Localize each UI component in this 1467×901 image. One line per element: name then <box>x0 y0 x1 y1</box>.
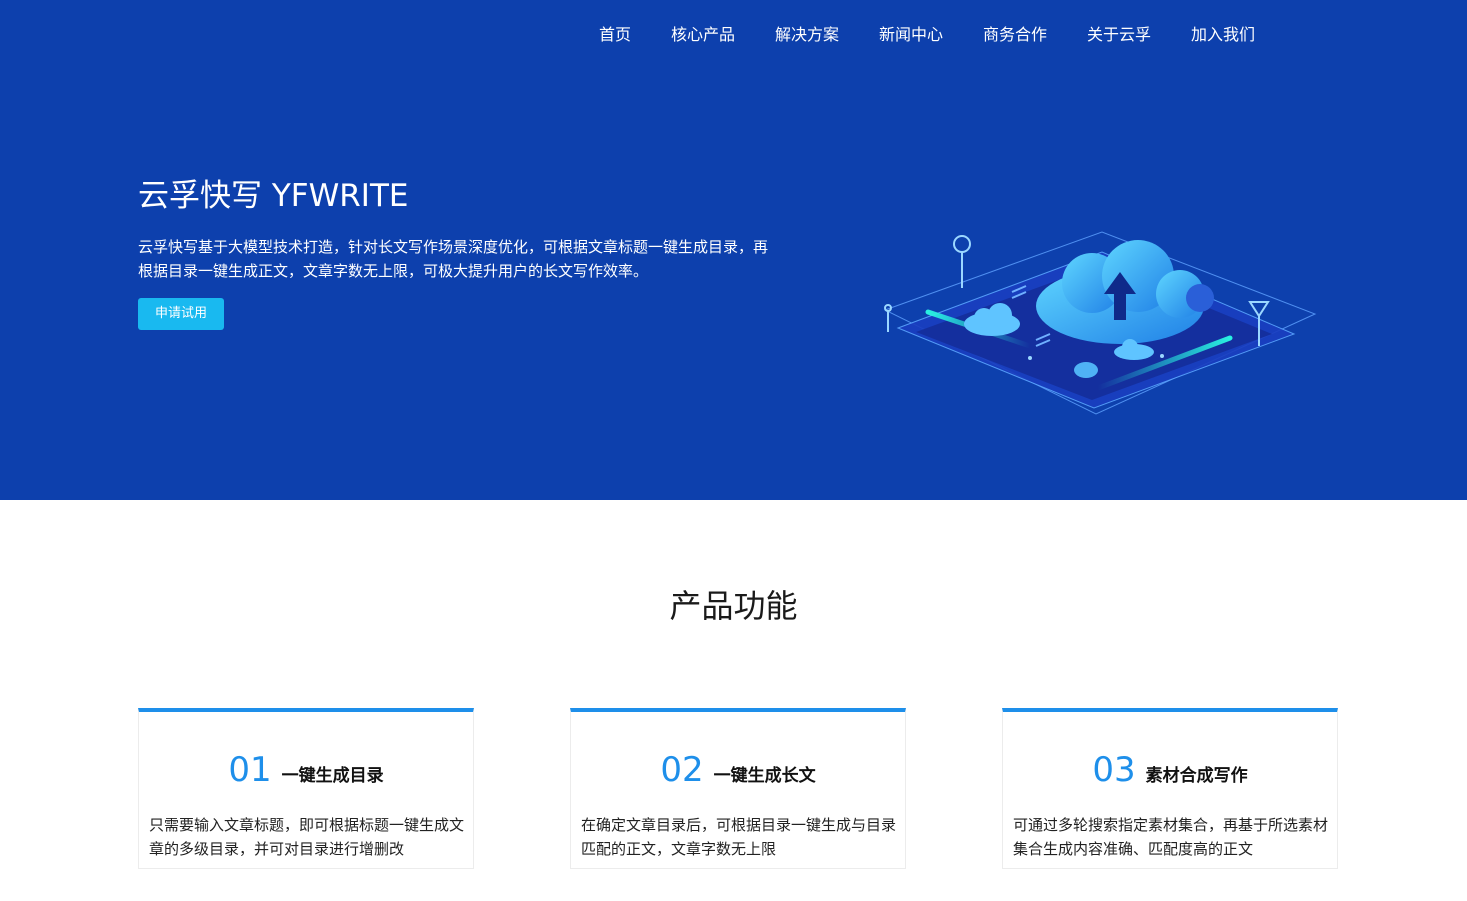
apply-trial-button[interactable]: 申请试用 <box>138 298 224 330</box>
feature-name: 一键生成目录 <box>281 766 384 786</box>
feature-card-header: 02 一键生成长文 <box>571 748 905 792</box>
nav-item-news[interactable]: 新闻中心 <box>879 24 943 46</box>
feature-number: 02 <box>660 750 704 790</box>
feature-card-header: 03 素材合成写作 <box>1003 748 1337 792</box>
top-nav: 首页 核心产品 解决方案 新闻中心 商务合作 关于云孚 加入我们 <box>0 24 1467 48</box>
feature-card: 03 素材合成写作 可通过多轮搜索指定素材集合，再基于所选素材集合生成内容准确、匹… <box>1002 708 1338 869</box>
product-features-title: 产品功能 <box>669 587 798 625</box>
hero-title: 云孚快写 YFWRITE <box>138 178 409 214</box>
nav-item-about[interactable]: 关于云孚 <box>1087 24 1151 46</box>
feature-description: 可通过多轮搜索指定素材集合，再基于所选素材集合生成内容准确、匹配度高的正文 <box>1013 816 1329 858</box>
cloud-upload-illustration <box>883 231 1317 415</box>
nav-item-home[interactable]: 首页 <box>599 24 631 46</box>
feature-name: 一键生成长文 <box>713 766 816 786</box>
feature-description: 只需要输入文章标题，即可根据标题一键生成文章的多级目录，并可对目录进行增删改 <box>149 816 465 858</box>
hero-description: 云孚快写基于大模型技术打造，针对长文写作场景深度优化，可根据文章标题一键生成目录… <box>138 238 769 280</box>
nav-item-business[interactable]: 商务合作 <box>983 24 1047 46</box>
feature-name: 素材合成写作 <box>1145 766 1248 786</box>
hero-banner: 首页 核心产品 解决方案 新闻中心 商务合作 关于云孚 加入我们 云孚快写 YF… <box>0 0 1467 500</box>
feature-card-header: 01 一键生成目录 <box>139 748 473 792</box>
nav-item-products[interactable]: 核心产品 <box>671 24 735 46</box>
feature-description: 在确定文章目录后，可根据目录一键生成与目录匹配的正文，文章字数无上限 <box>581 816 897 858</box>
feature-card: 01 一键生成目录 只需要输入文章标题，即可根据标题一键生成文章的多级目录，并可对… <box>138 708 474 869</box>
nav-item-solutions[interactable]: 解决方案 <box>775 24 839 46</box>
nav-item-join[interactable]: 加入我们 <box>1191 24 1255 46</box>
feature-number: 03 <box>1092 750 1136 790</box>
feature-number: 01 <box>228 750 272 790</box>
feature-card: 02 一键生成长文 在确定文章目录后，可根据目录一键生成与目录匹配的正文，文章字数… <box>570 708 906 869</box>
